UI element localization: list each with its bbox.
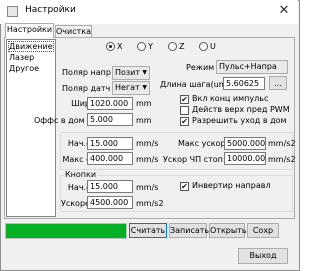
stop-accel-field[interactable]: 10000.000 xyxy=(224,152,266,165)
start-speed-field[interactable]: 15.000 xyxy=(87,137,133,150)
axis-z-label: Z xyxy=(179,42,185,51)
max-accel-unit: mm/s2 xyxy=(268,139,296,148)
progress-fill xyxy=(6,224,126,238)
axis-x-label: X xyxy=(117,42,123,51)
max-speed-field[interactable]: 400.000 xyxy=(87,152,133,165)
write-button[interactable]: Записать xyxy=(169,223,209,238)
axis-u-label: U xyxy=(210,42,216,51)
allow-home-checkbox[interactable]: ✔ xyxy=(180,117,189,126)
polar-dir-select[interactable]: Позит ▼ xyxy=(112,66,150,80)
read-button[interactable]: Считать xyxy=(129,223,167,238)
pwm-upper-label: Действ верх пред PWM xyxy=(192,105,290,114)
step-field[interactable]: 5.60625 xyxy=(223,77,265,90)
invert-direction-label: Инвертир направл xyxy=(192,181,271,190)
width-field[interactable]: 1020.000 xyxy=(87,97,133,110)
offset-label: Оффс в дом xyxy=(34,116,85,125)
step-label: Длина шага(um): xyxy=(160,80,233,89)
category-list[interactable]: Движение Лазер Другое xyxy=(6,39,56,217)
offset-field[interactable]: 5.000 xyxy=(87,113,133,126)
max-accel-label: Макс ускор: xyxy=(178,139,229,148)
mode-value: Пульс+Напра xyxy=(219,62,277,71)
jog-accel-field[interactable]: 4500.000 xyxy=(87,196,133,209)
browse-button[interactable]: ... xyxy=(269,76,287,90)
axis-x-radio[interactable] xyxy=(106,42,115,51)
max-speed-unit: mm/s xyxy=(136,155,159,164)
list-item-laser[interactable]: Лазер xyxy=(9,53,34,62)
chevron-down-icon: ▼ xyxy=(142,84,147,91)
stop-accel-unit: mm/s2 xyxy=(268,155,296,164)
axis-y-label: Y xyxy=(148,42,153,51)
offset-unit: mm xyxy=(136,116,152,125)
polar-dir-value: Позит xyxy=(115,68,141,77)
mode-label: Режим xyxy=(186,63,215,72)
mode-select[interactable]: Пульс+Напра xyxy=(216,60,288,74)
limit-pulse-checkbox[interactable]: ✔ xyxy=(180,95,189,104)
app-icon xyxy=(7,6,18,17)
stop-accel-label: Ускор ЧП стоп: xyxy=(163,155,226,164)
polar-sensor-value: Негат xyxy=(115,83,140,92)
list-item-motion[interactable]: Движение xyxy=(8,41,54,52)
polar-sensor-label: Поляр датч xyxy=(62,84,111,93)
max-accel-field[interactable]: 5000.000 xyxy=(224,137,266,150)
tab-settings[interactable]: Настройки xyxy=(5,23,54,38)
axis-y-radio[interactable] xyxy=(137,42,146,51)
pwm-upper-checkbox[interactable] xyxy=(180,106,189,115)
axis-z-radio[interactable] xyxy=(168,42,177,51)
buttons-group-title: Кнопки xyxy=(64,170,98,179)
polar-sensor-select[interactable]: Негат ▼ xyxy=(112,81,150,95)
window-title: Настройки xyxy=(25,5,76,15)
list-item-other[interactable]: Другое xyxy=(9,64,39,73)
open-button[interactable]: Открыть xyxy=(209,223,247,238)
jog-start-speed-unit: mm/s xyxy=(136,183,159,192)
progress-bar xyxy=(5,223,127,239)
exit-button[interactable]: Выход xyxy=(238,248,288,264)
allow-home-label: Разрешить уход в дом xyxy=(192,116,287,125)
jog-start-speed-field[interactable]: 15.000 xyxy=(87,180,133,193)
limit-pulse-label: Вкл конц импульс xyxy=(192,94,269,103)
axis-u-radio[interactable] xyxy=(199,42,208,51)
jog-accel-unit: mm/s2 xyxy=(136,199,164,208)
start-speed-unit: mm/s xyxy=(136,139,159,148)
close-icon[interactable]: ✕ xyxy=(276,3,292,19)
polar-dir-label: Поляр напр xyxy=(62,68,111,77)
width-unit: mm xyxy=(136,99,152,108)
invert-direction-checkbox[interactable]: ✔ xyxy=(180,182,189,191)
save-button[interactable]: Сохр xyxy=(247,223,279,238)
chevron-down-icon: ▼ xyxy=(142,69,147,76)
